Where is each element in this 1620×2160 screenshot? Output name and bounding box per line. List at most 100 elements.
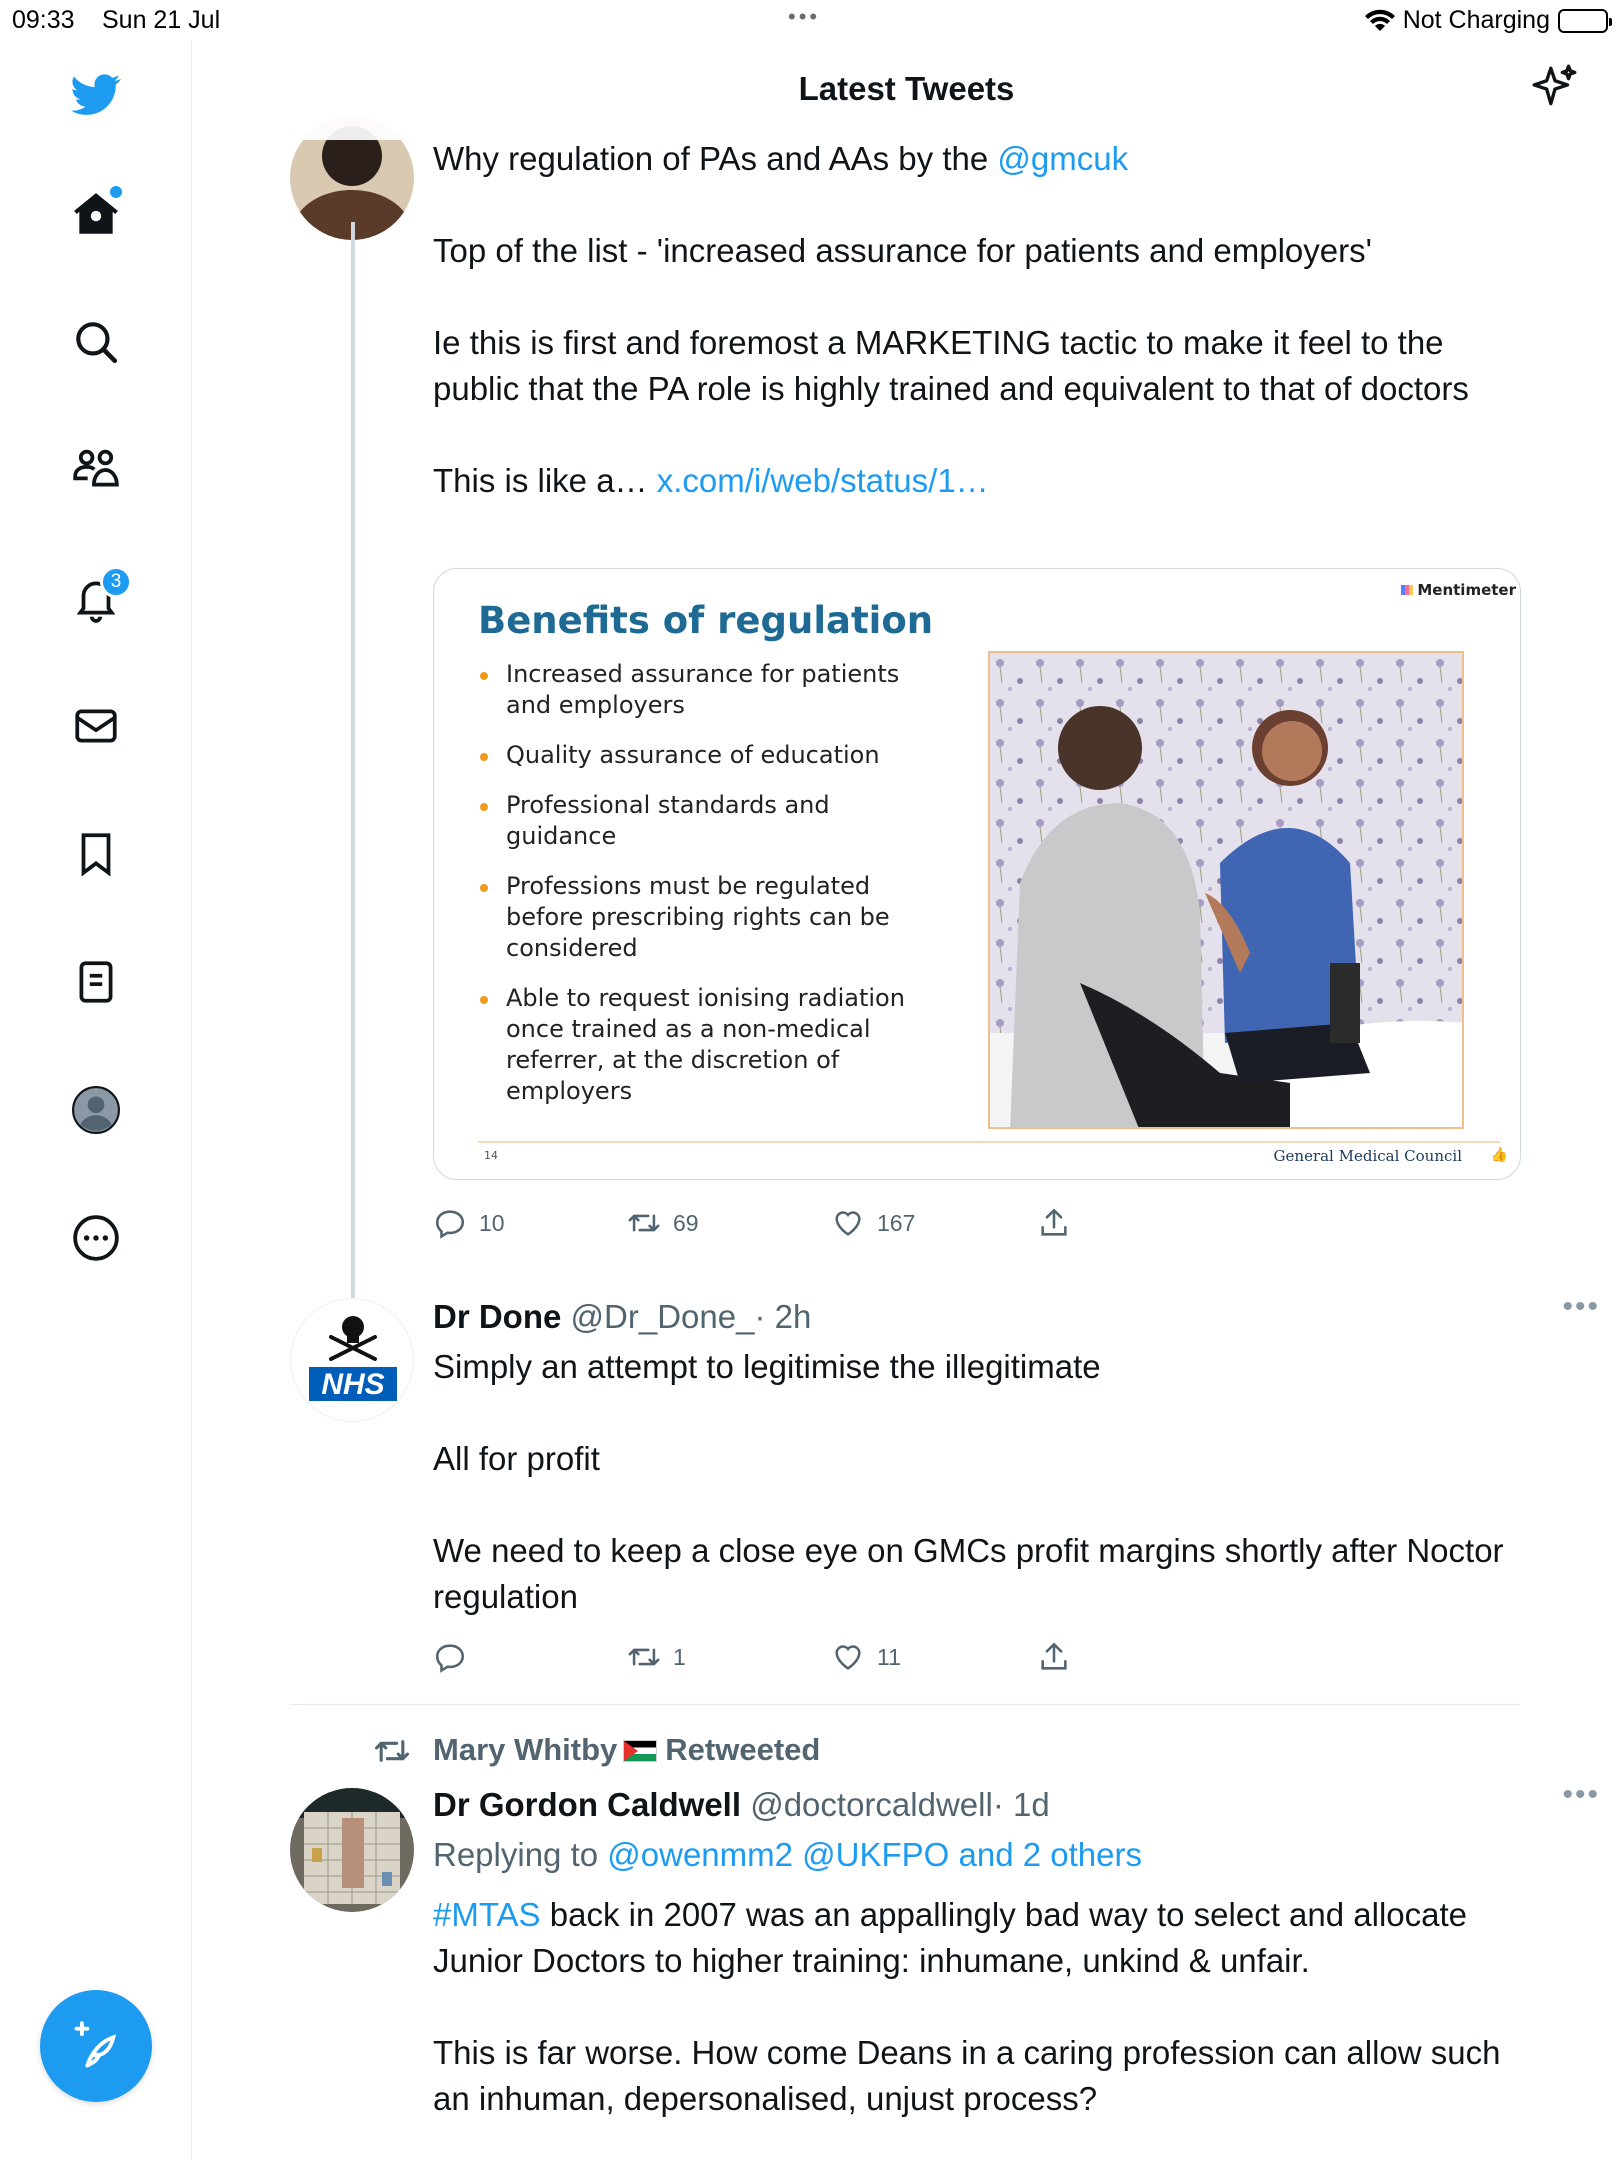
status-time: 09:33 [12, 6, 75, 34]
slide-bullets: Increased assurance for patients and emp… [478, 659, 938, 1126]
tweet3-time: · 1d [992, 1786, 1050, 1823]
like-button[interactable]: 167 [831, 1206, 915, 1240]
nhs-logo: NHS [321, 1368, 384, 1401]
tweet1-para2: Top of the list - 'increased assurance f… [433, 232, 1372, 269]
reply-icon [435, 1210, 465, 1239]
slide-footer-org: General Medical Council [1273, 1147, 1462, 1165]
tweet2-author-name[interactable]: Dr Done [433, 1298, 561, 1335]
share-icon [1041, 1642, 1067, 1670]
slide-title: Benefits of regulation [478, 599, 934, 642]
more-options-icon[interactable] [66, 1208, 126, 1268]
retweet-button[interactable]: 1 [627, 1640, 686, 1674]
mention-link[interactable]: @gmcuk [997, 140, 1128, 177]
tweet1-para4: This is like a… [433, 462, 657, 499]
notifications-bell-icon[interactable]: 3 [66, 566, 132, 628]
page-title: Latest Tweets [798, 70, 1015, 107]
like-button[interactable]: 11 [831, 1640, 901, 1674]
slide-bullet: Increased assurance for patients and emp… [478, 659, 938, 721]
tweet-divider [290, 1704, 1520, 1705]
retweet-icon [628, 1648, 660, 1666]
retweeter-name: Mary Whitby [433, 1732, 618, 1767]
profile-avatar-icon[interactable] [66, 1080, 126, 1140]
retweet-button[interactable]: 69 [627, 1206, 699, 1240]
messages-envelope-icon[interactable] [66, 696, 126, 756]
tweet1-para3: Ie this is first and foremost a MARKETIN… [433, 324, 1469, 407]
tweet3-author-name[interactable]: Dr Gordon Caldwell [433, 1786, 741, 1823]
tweet2-para3: We need to keep a close eye on GMCs prof… [433, 1532, 1504, 1615]
palestine-flag-icon [623, 1740, 658, 1762]
tweet3-para2: This is far worse. How come Deans in a c… [433, 2034, 1501, 2117]
tweet3-handle[interactable]: @doctorcaldwell [750, 1786, 993, 1823]
tweet3-text: #MTAS back in 2007 was an appallingly ba… [433, 1892, 1513, 2122]
compose-feather-icon [74, 2021, 117, 2068]
sparkle-timeline-icon[interactable] [1530, 62, 1580, 112]
tweet2-actions: 1 11 [433, 1640, 1133, 1680]
tweet2-handle[interactable]: @Dr_Done_ [571, 1298, 755, 1335]
retweet-icon [628, 1214, 660, 1232]
slide-bullet: Quality assurance of education [478, 740, 938, 771]
slide-brand: Mentimeter [1401, 581, 1516, 599]
battery-icon [1558, 8, 1612, 33]
bookmarks-icon[interactable] [66, 824, 126, 884]
tweet1-actions: 10 69 167 [433, 1206, 1133, 1246]
tweet1-text: Why regulation of PAs and AAs by the @gm… [433, 136, 1513, 504]
wifi-icon [1364, 9, 1395, 31]
lists-icon[interactable] [66, 952, 126, 1012]
tweet2-text: Simply an attempt to legitimise the ille… [433, 1344, 1513, 1620]
tweet3-header: Dr Gordon Caldwell @doctorcaldwell· 1d [433, 1782, 1050, 1828]
slide-number: 14 [484, 1149, 498, 1162]
retweet-count: 69 [673, 1209, 699, 1236]
multitasking-dots-icon[interactable]: ••• [788, 4, 820, 30]
status-bar: 09:33 Sun 21 Jul ••• Not Charging [0, 0, 1620, 40]
retweet-count: 1 [673, 1643, 686, 1670]
home-unread-dot [110, 186, 122, 198]
retweeted-label: Retweeted [665, 1732, 821, 1767]
tweet3-more-icon[interactable]: ••• [1562, 1778, 1600, 1812]
timeline-feed: Why regulation of PAs and AAs by the @gm… [193, 116, 1620, 2160]
top-header: Latest Tweets [193, 40, 1620, 140]
slide-bullet: Able to request ionising radiation once … [478, 983, 938, 1107]
tweet3-para1: back in 2007 was an appallingly bad way … [433, 1896, 1468, 1979]
reply-button[interactable] [433, 1640, 479, 1674]
share-button[interactable] [1037, 1206, 1071, 1240]
slide-footer-rule [478, 1141, 1500, 1143]
like-count: 11 [877, 1643, 901, 1670]
communities-icon[interactable] [66, 440, 126, 500]
share-icon [1041, 1208, 1067, 1236]
heart-icon [835, 1211, 861, 1236]
sidebar: 3 [0, 40, 192, 2160]
slide-bullet: Professions must be regulated before pre… [478, 871, 938, 964]
reply-button[interactable]: 10 [433, 1206, 505, 1240]
heart-icon [835, 1645, 861, 1670]
tweet1-status-link[interactable]: x.com/i/web/status/1… [657, 462, 989, 499]
home-icon[interactable] [66, 184, 126, 244]
tweet2-time: · 2h [754, 1298, 812, 1335]
status-right: Not Charging [1364, 6, 1612, 35]
retweeted-icon [374, 1740, 409, 1762]
tweet2-para1: Simply an attempt to legitimise the ille… [433, 1348, 1101, 1385]
status-date: Sun 21 Jul [102, 6, 221, 34]
like-count: 167 [877, 1209, 916, 1236]
notifications-badge: 3 [100, 566, 132, 598]
tweet3-replying-to: Replying to @owenmm2 @UKFPO and 2 others [433, 1832, 1142, 1878]
hashtag-link[interactable]: #MTAS [433, 1896, 541, 1933]
tweet2-avatar[interactable]: NHS [290, 1298, 414, 1422]
tweet2-header: Dr Done @Dr_Done_· 2h [433, 1294, 811, 1340]
reply-count: 10 [479, 1209, 505, 1236]
retweeted-by-row[interactable]: Mary Whitby Retweeted [433, 1732, 820, 1768]
slide-photo [988, 651, 1464, 1129]
tweet1-media-card[interactable]: Mentimeter Benefits of regulation Increa… [433, 568, 1521, 1180]
share-button[interactable] [1037, 1640, 1071, 1674]
thread-line [351, 222, 355, 1412]
slide-bullet: Professional standards and guidance [478, 790, 938, 852]
search-icon[interactable] [66, 312, 126, 372]
tweet3-avatar[interactable] [290, 1788, 414, 1912]
twitter-logo-icon[interactable] [66, 64, 126, 124]
compose-tweet-button[interactable] [40, 1990, 152, 2102]
tweet1-line1: Why regulation of PAs and AAs by the [433, 140, 998, 177]
replying-to-links[interactable]: @owenmm2 @UKFPO and 2 others [607, 1836, 1142, 1873]
tweet2-para2: All for profit [433, 1440, 600, 1477]
reply-icon [435, 1644, 465, 1673]
tweet2-more-icon[interactable]: ••• [1562, 1290, 1600, 1324]
thumbs-up-icon: 👍 [1490, 1147, 1508, 1163]
